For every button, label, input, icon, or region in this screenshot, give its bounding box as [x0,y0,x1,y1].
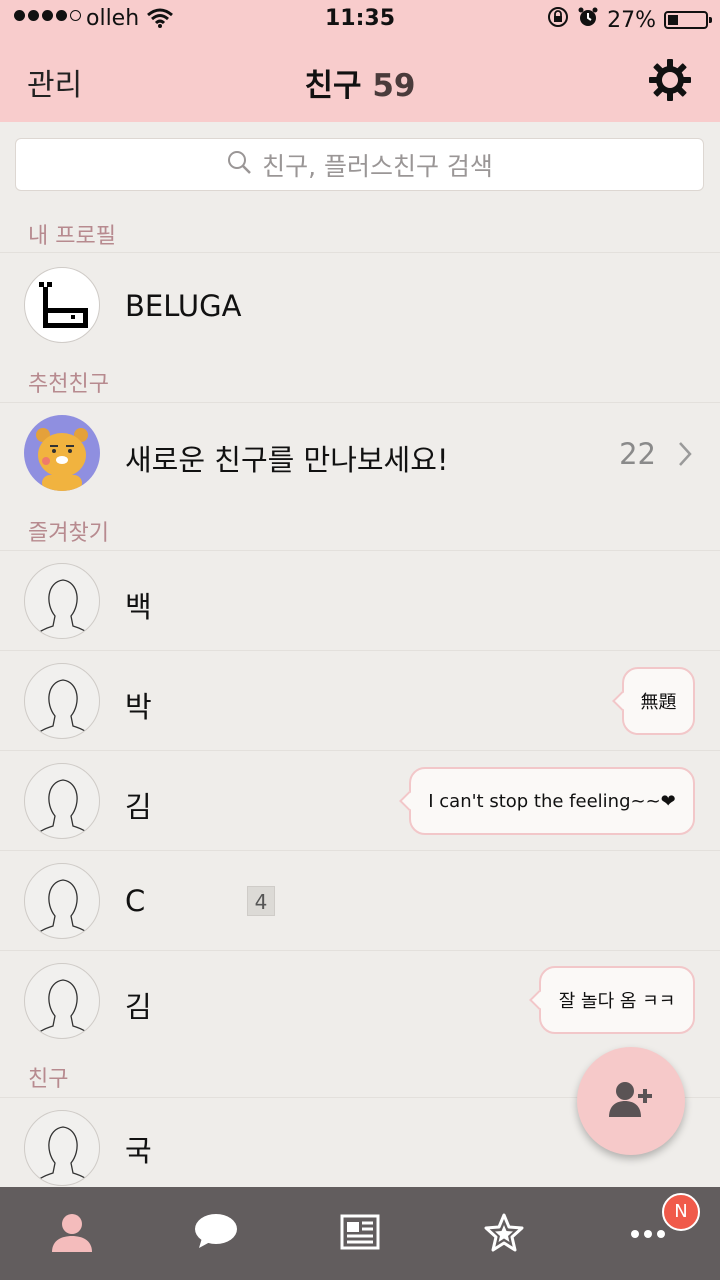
star-icon [483,1212,525,1256]
search-placeholder: 친구, 플러스친구 검색 [262,151,493,181]
chevron-right-icon [678,441,692,471]
status-message-bubble: 無題 [622,667,695,735]
avatar [24,267,100,343]
tab-chats[interactable] [144,1187,288,1280]
notification-badge: N [662,1193,700,1231]
search-input[interactable]: 친구, 플러스친구 검색 [15,138,704,191]
tab-friends[interactable] [0,1187,144,1280]
battery-percent: 27% [607,7,656,33]
default-avatar-icon [24,863,100,939]
friend-name: 김 [125,990,152,1024]
friend-count: 59 [372,68,416,104]
more-icon [630,1224,666,1243]
page-title-text: 친구 [304,68,362,104]
rotation-lock-icon [547,6,569,34]
status-bar: olleh 11:35 27% [0,0,720,40]
search-icon [226,149,252,181]
friend-name: 백 [125,590,152,624]
section-header-favorites: 즐겨찾기 [28,521,109,546]
battery-fill [668,15,678,25]
my-profile-row[interactable]: BELUGA [0,252,720,353]
list-item[interactable]: 김 I can't stop the feeling~~❤ [0,750,720,851]
status-message: 無題 [640,692,677,713]
recommended-count: 22 [619,437,656,471]
default-avatar-icon [24,763,100,839]
tab-more[interactable] [576,1187,720,1280]
person-icon [50,1212,94,1256]
beluga-pixel-icon [39,282,88,328]
default-avatar-icon [24,663,100,739]
add-friend-button[interactable] [577,1047,685,1155]
default-avatar-icon [24,563,100,639]
section-header-my-profile: 내 프로필 [28,224,116,249]
status-message-bubble: I can't stop the feeling~~❤ [409,767,695,835]
bottom-tab-bar [0,1187,720,1280]
friend-count-badge: 4 [247,886,275,916]
list-item[interactable]: C 4 [0,850,720,951]
tab-news[interactable] [288,1187,432,1280]
list-item[interactable]: 박 無題 [0,650,720,751]
recommended-friends-row[interactable]: 새로운 친구를 만나보세요! 22 [0,402,720,503]
battery-icon [664,11,712,29]
add-friend-icon [605,1079,657,1123]
gear-icon[interactable] [648,58,692,102]
news-icon [340,1214,380,1254]
default-avatar-icon [24,1110,100,1186]
tab-favorites[interactable] [432,1187,576,1280]
alarm-icon [577,6,599,34]
chat-bubble-icon [194,1212,238,1256]
my-profile-name: BELUGA [125,289,242,323]
default-avatar-icon [24,963,100,1039]
friend-name: 국 [125,1134,152,1168]
ryan-avatar [24,415,100,491]
page-title: 친구 59 [0,60,720,105]
friend-name: 김 [125,790,152,824]
status-message-bubble: 잘 놀다 옴 ㅋㅋ [539,966,695,1034]
section-header-friends: 친구 [28,1067,69,1092]
status-message: I can't stop the feeling~~❤ [428,790,676,812]
status-message: 잘 놀다 옴 ㅋㅋ [558,991,676,1012]
list-item[interactable]: 백 [0,550,720,651]
recommended-label: 새로운 친구를 만나보세요! [125,443,449,477]
section-header-recommended: 추천친구 [28,372,109,397]
friend-name: 박 [125,690,152,724]
list-item[interactable]: 김 잘 놀다 옴 ㅋㅋ [0,950,720,1051]
header-bar: 관리 친구 59 [0,40,720,122]
friend-name: C [125,884,146,918]
